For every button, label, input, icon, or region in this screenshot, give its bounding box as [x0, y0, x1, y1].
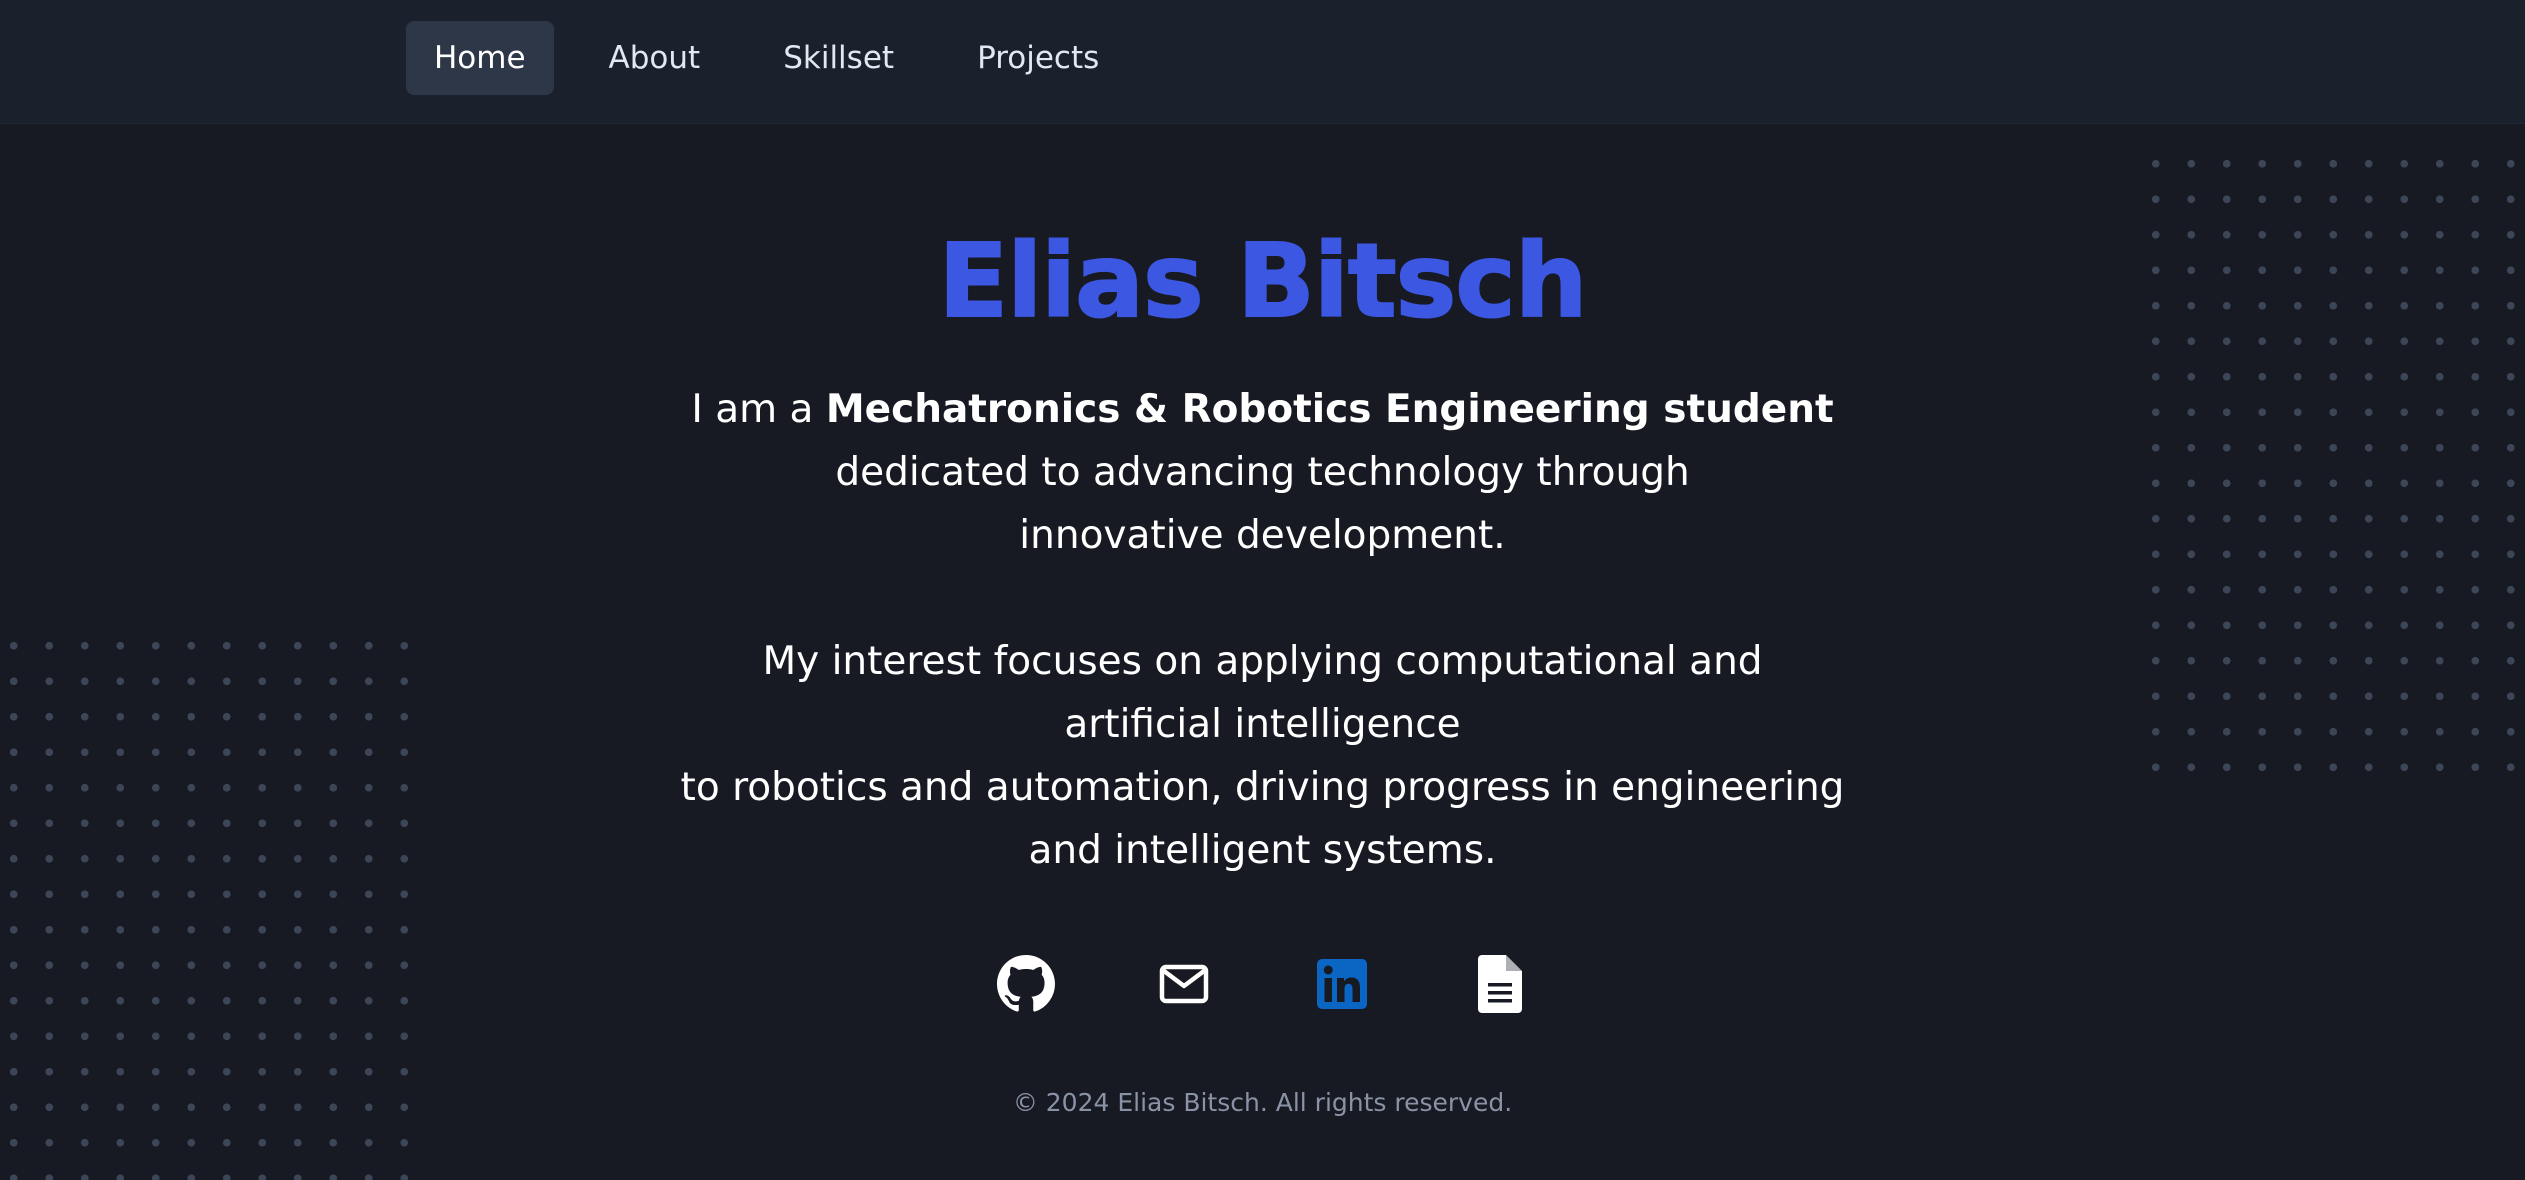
- nav-skillset-link[interactable]: Skillset: [755, 21, 922, 95]
- linkedin-link[interactable]: [1310, 952, 1374, 1016]
- github-link[interactable]: [994, 952, 1058, 1016]
- bio-intro-bold: Mechatronics & Robotics Engineering stud…: [825, 387, 1834, 432]
- main-nav: Home About Skillset Projects: [406, 21, 1154, 95]
- resume-link[interactable]: [1468, 952, 1532, 1016]
- footer-copyright: © 2024 Elias Bitsch. All rights reserved…: [1012, 1088, 1513, 1117]
- linkedin-icon: [1316, 959, 1367, 1009]
- top-navbar: Home About Skillset Projects: [0, 0, 2525, 124]
- nav-home-link[interactable]: Home: [406, 21, 554, 95]
- bio-line-2: dedicated to advancing technology throug…: [835, 450, 1690, 495]
- hero-name: Elias Bitsch: [938, 221, 1589, 342]
- github-icon: [996, 955, 1055, 1012]
- nav-projects-link[interactable]: Projects: [949, 21, 1127, 95]
- mail-icon: [1159, 964, 1208, 1004]
- bio-line-5: artificial intelligence: [1064, 702, 1461, 747]
- document-icon: [1477, 955, 1522, 1013]
- nav-about-link[interactable]: About: [581, 21, 729, 95]
- bio-line-7: and intelligent systems.: [1028, 828, 1497, 873]
- bio-line-1: I am a Mechatronics & Robotics Engineeri…: [0, 378, 2525, 441]
- bio-line-4: My interest focuses on applying computat…: [762, 639, 1763, 684]
- bio-line-6: to robotics and automation, driving prog…: [680, 765, 1845, 810]
- hero-bio: I am a Mechatronics & Robotics Engineeri…: [0, 378, 2525, 882]
- bio-line-3: innovative development.: [1019, 513, 1506, 558]
- social-links: [0, 952, 2525, 1016]
- bio-spacer: [0, 567, 2525, 630]
- bio-intro-prefix: I am a: [691, 387, 826, 432]
- email-link[interactable]: [1152, 952, 1216, 1016]
